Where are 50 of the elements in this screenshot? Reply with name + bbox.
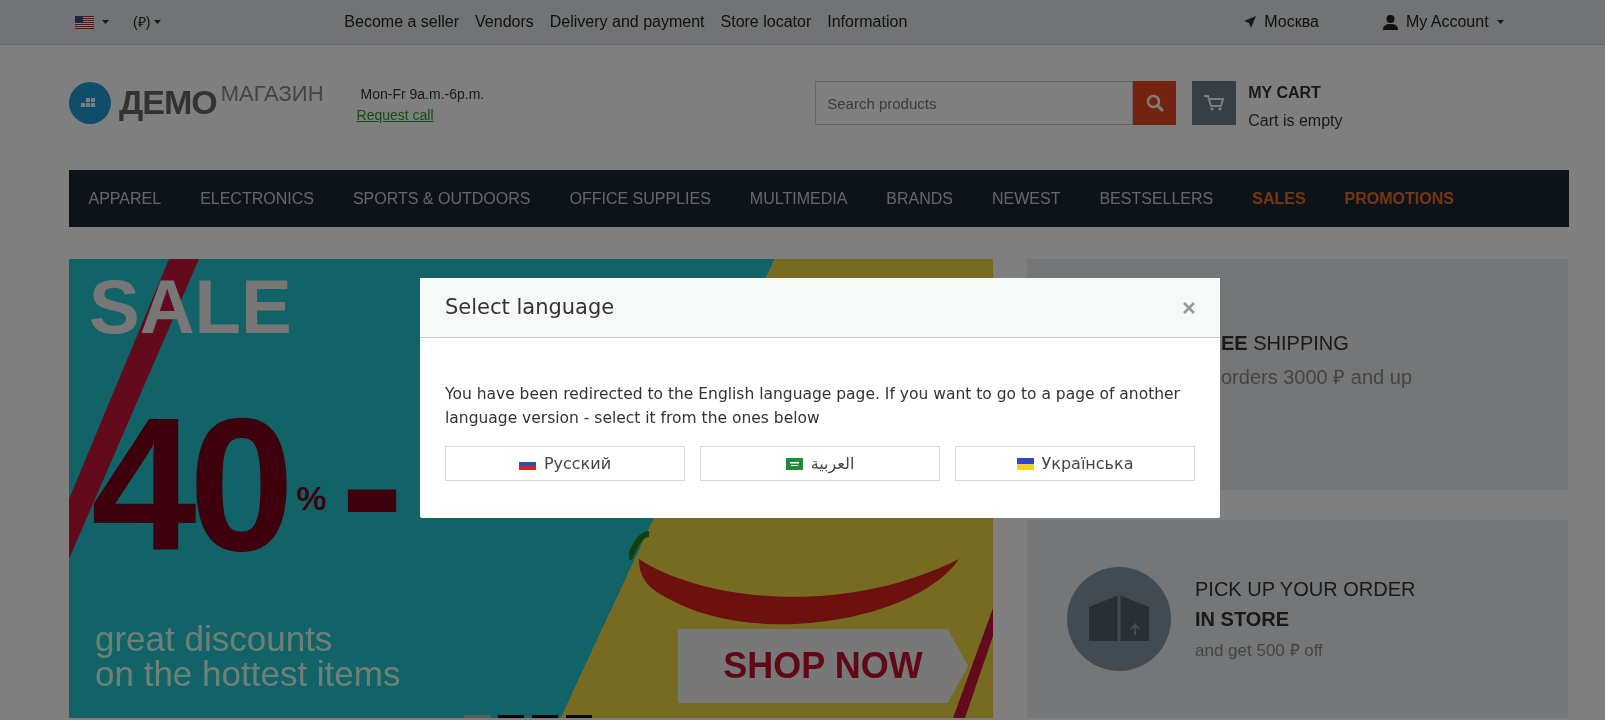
caret-icon bbox=[102, 20, 109, 24]
search-button[interactable] bbox=[1133, 81, 1177, 125]
dialog-message: You have been redirected to the English language page. If you want to go to a page of another language version - select it from the ones below bbox=[445, 384, 1181, 429]
city-selector[interactable]: Москва bbox=[1244, 10, 1319, 34]
language-button[interactable]: Русский bbox=[445, 446, 685, 481]
working-hours: Mon-Fr 9a.m.-6p.m. bbox=[359, 85, 485, 104]
category-link[interactable]: PROMOTIONS bbox=[1325, 170, 1474, 227]
logo-icon bbox=[69, 81, 111, 124]
language-button[interactable]: Українська bbox=[955, 446, 1195, 481]
caret-icon bbox=[154, 20, 162, 24]
logo-subtitle: МАГАЗИН bbox=[220, 80, 324, 108]
promo-title: PICK UP YOUR ORDER bbox=[1195, 577, 1416, 603]
category-link[interactable]: MULTIMEDIA bbox=[730, 170, 867, 227]
banner-tagline: great discounts on the hottest items bbox=[95, 621, 401, 691]
cart-button[interactable] bbox=[1192, 81, 1237, 125]
search-icon bbox=[1145, 94, 1164, 112]
shop-now-button[interactable]: SHOP NOW bbox=[678, 629, 968, 703]
category-link[interactable]: SPORTS & OUTDOORS bbox=[333, 170, 550, 227]
currency-dropdown[interactable]: (₽) bbox=[133, 11, 162, 33]
category-link[interactable]: APPAREL bbox=[69, 170, 181, 227]
location-arrow-icon bbox=[1244, 16, 1257, 28]
dialog-title: Select language bbox=[445, 293, 615, 321]
top-link[interactable]: Vendors bbox=[475, 10, 534, 34]
box-icon bbox=[1067, 567, 1171, 671]
cart-title: MY CART bbox=[1248, 83, 1322, 103]
caret-icon bbox=[1496, 20, 1504, 24]
category-link[interactable]: NEWEST bbox=[972, 170, 1080, 227]
category-link[interactable]: BRANDS bbox=[866, 170, 973, 227]
search-field[interactable]: Search products bbox=[815, 81, 1134, 125]
top-link[interactable]: Store locator bbox=[720, 10, 812, 34]
promo-title: EE SHIPPING bbox=[1221, 330, 1350, 356]
top-link[interactable]: Information bbox=[827, 10, 908, 34]
language-button[interactable]: العربية bbox=[700, 446, 940, 481]
close-icon bbox=[1183, 302, 1195, 314]
user-icon bbox=[1382, 14, 1398, 30]
top-link[interactable]: Become a seller bbox=[344, 10, 460, 34]
request-call-link[interactable]: Request call bbox=[356, 105, 485, 126]
top-link[interactable]: Delivery and payment bbox=[549, 10, 705, 34]
logo-text: ДЕМО bbox=[119, 82, 217, 123]
category-link[interactable]: BESTSELLERS bbox=[1079, 170, 1233, 227]
flag-icon[interactable] bbox=[75, 15, 94, 29]
cart-status: Cart is empty bbox=[1248, 111, 1343, 131]
category-link[interactable]: OFFICE SUPPLIES bbox=[549, 170, 731, 227]
category-link[interactable]: ELECTRONICS bbox=[180, 170, 334, 227]
category-link[interactable]: SALES bbox=[1232, 170, 1326, 227]
promo-title-bold: IN STORE bbox=[1195, 607, 1291, 633]
flag-icon bbox=[785, 457, 803, 470]
account-menu[interactable]: My Account bbox=[1382, 10, 1504, 34]
cart-icon bbox=[1204, 95, 1225, 111]
flag-icon bbox=[1016, 457, 1034, 470]
